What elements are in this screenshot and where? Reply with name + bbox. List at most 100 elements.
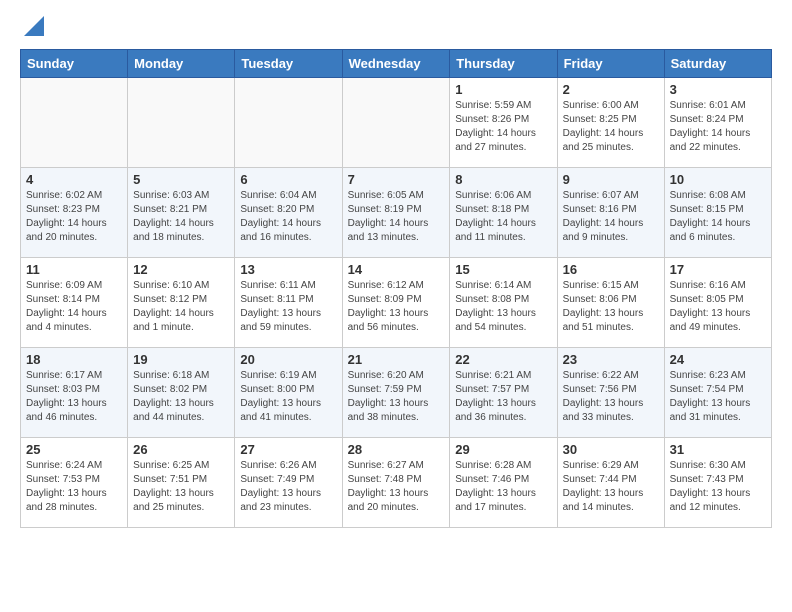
day-info: Sunrise: 6:05 AM Sunset: 8:19 PM Dayligh… (348, 189, 445, 245)
calendar-day-4: 4 Sunrise: 6:02 AM Sunset: 8:23 PM Daylig… (21, 168, 128, 258)
day-info: Sunrise: 6:21 AM Sunset: 7:57 PM Dayligh… (455, 369, 551, 425)
day-number: 13 (240, 262, 336, 277)
calendar-week-row: 18 Sunrise: 6:17 AM Sunset: 8:03 PM Dayli… (21, 348, 772, 438)
day-number: 19 (133, 352, 229, 367)
logo-icon (24, 16, 44, 36)
calendar-day-empty (128, 78, 235, 168)
calendar-week-row: 25 Sunrise: 6:24 AM Sunset: 7:53 PM Dayli… (21, 438, 772, 528)
calendar-day-3: 3 Sunrise: 6:01 AM Sunset: 8:24 PM Daylig… (664, 78, 771, 168)
weekday-header-row: SundayMondayTuesdayWednesdayThursdayFrid… (21, 50, 772, 78)
day-number: 29 (455, 442, 551, 457)
day-number: 15 (455, 262, 551, 277)
calendar-week-row: 11 Sunrise: 6:09 AM Sunset: 8:14 PM Dayli… (21, 258, 772, 348)
day-number: 27 (240, 442, 336, 457)
day-info: Sunrise: 6:07 AM Sunset: 8:16 PM Dayligh… (563, 189, 659, 245)
calendar-day-15: 15 Sunrise: 6:14 AM Sunset: 8:08 PM Dayli… (450, 258, 557, 348)
day-info: Sunrise: 6:03 AM Sunset: 8:21 PM Dayligh… (133, 189, 229, 245)
day-info: Sunrise: 6:22 AM Sunset: 7:56 PM Dayligh… (563, 369, 659, 425)
weekday-header-wednesday: Wednesday (342, 50, 450, 78)
calendar-day-10: 10Sunrise: 6:08 AM Sunset: 8:15 PM Dayli… (664, 168, 771, 258)
day-number: 11 (26, 262, 122, 277)
day-info: Sunrise: 6:02 AM Sunset: 8:23 PM Dayligh… (26, 189, 122, 245)
day-info: Sunrise: 6:18 AM Sunset: 8:02 PM Dayligh… (133, 369, 229, 425)
day-number: 14 (348, 262, 445, 277)
day-number: 4 (26, 172, 122, 187)
day-info: Sunrise: 6:29 AM Sunset: 7:44 PM Dayligh… (563, 459, 659, 515)
calendar-day-30: 30Sunrise: 6:29 AM Sunset: 7:44 PM Dayli… (557, 438, 664, 528)
calendar-day-5: 5 Sunrise: 6:03 AM Sunset: 8:21 PM Daylig… (128, 168, 235, 258)
day-number: 12 (133, 262, 229, 277)
day-number: 21 (348, 352, 445, 367)
day-number: 1 (455, 82, 551, 97)
day-info: Sunrise: 6:19 AM Sunset: 8:00 PM Dayligh… (240, 369, 336, 425)
calendar-day-empty (235, 78, 342, 168)
weekday-header-friday: Friday (557, 50, 664, 78)
calendar-day-20: 20 Sunrise: 6:19 AM Sunset: 8:00 PM Dayli… (235, 348, 342, 438)
day-info: Sunrise: 6:00 AM Sunset: 8:25 PM Dayligh… (563, 99, 659, 155)
calendar-day-7: 7Sunrise: 6:05 AM Sunset: 8:19 PM Daylig… (342, 168, 450, 258)
day-number: 17 (670, 262, 766, 277)
day-info: Sunrise: 6:25 AM Sunset: 7:51 PM Dayligh… (133, 459, 229, 515)
calendar-day-11: 11 Sunrise: 6:09 AM Sunset: 8:14 PM Dayli… (21, 258, 128, 348)
day-info: Sunrise: 6:01 AM Sunset: 8:24 PM Dayligh… (670, 99, 766, 155)
calendar-day-16: 16Sunrise: 6:15 AM Sunset: 8:06 PM Dayli… (557, 258, 664, 348)
calendar-week-row: 4 Sunrise: 6:02 AM Sunset: 8:23 PM Daylig… (21, 168, 772, 258)
day-number: 23 (563, 352, 659, 367)
day-info: Sunrise: 6:10 AM Sunset: 8:12 PM Dayligh… (133, 279, 229, 335)
day-number: 5 (133, 172, 229, 187)
page-header (20, 16, 772, 41)
calendar-day-19: 19 Sunrise: 6:18 AM Sunset: 8:02 PM Dayli… (128, 348, 235, 438)
logo (20, 16, 44, 41)
calendar-day-24: 24 Sunrise: 6:23 AM Sunset: 7:54 PM Dayli… (664, 348, 771, 438)
day-info: Sunrise: 6:15 AM Sunset: 8:06 PM Dayligh… (563, 279, 659, 335)
day-info: Sunrise: 6:28 AM Sunset: 7:46 PM Dayligh… (455, 459, 551, 515)
weekday-header-monday: Monday (128, 50, 235, 78)
day-number: 8 (455, 172, 551, 187)
calendar-day-6: 6 Sunrise: 6:04 AM Sunset: 8:20 PM Daylig… (235, 168, 342, 258)
calendar-day-21: 21 Sunrise: 6:20 AM Sunset: 7:59 PM Dayli… (342, 348, 450, 438)
calendar-day-17: 17 Sunrise: 6:16 AM Sunset: 8:05 PM Dayli… (664, 258, 771, 348)
day-info: Sunrise: 6:06 AM Sunset: 8:18 PM Dayligh… (455, 189, 551, 245)
calendar-day-13: 13 Sunrise: 6:11 AM Sunset: 8:11 PM Dayli… (235, 258, 342, 348)
day-number: 24 (670, 352, 766, 367)
weekday-header-sunday: Sunday (21, 50, 128, 78)
day-number: 6 (240, 172, 336, 187)
day-number: 22 (455, 352, 551, 367)
day-number: 2 (563, 82, 659, 97)
weekday-header-thursday: Thursday (450, 50, 557, 78)
day-number: 20 (240, 352, 336, 367)
day-info: Sunrise: 6:09 AM Sunset: 8:14 PM Dayligh… (26, 279, 122, 335)
calendar-day-9: 9Sunrise: 6:07 AM Sunset: 8:16 PM Daylig… (557, 168, 664, 258)
day-info: Sunrise: 6:20 AM Sunset: 7:59 PM Dayligh… (348, 369, 445, 425)
day-info: Sunrise: 6:23 AM Sunset: 7:54 PM Dayligh… (670, 369, 766, 425)
calendar-day-31: 31Sunrise: 6:30 AM Sunset: 7:43 PM Dayli… (664, 438, 771, 528)
calendar-day-26: 26 Sunrise: 6:25 AM Sunset: 7:51 PM Dayli… (128, 438, 235, 528)
calendar-day-29: 29 Sunrise: 6:28 AM Sunset: 7:46 PM Dayli… (450, 438, 557, 528)
calendar-day-18: 18 Sunrise: 6:17 AM Sunset: 8:03 PM Dayli… (21, 348, 128, 438)
calendar-day-empty (21, 78, 128, 168)
calendar-day-23: 23 Sunrise: 6:22 AM Sunset: 7:56 PM Dayli… (557, 348, 664, 438)
calendar-day-12: 12 Sunrise: 6:10 AM Sunset: 8:12 PM Dayli… (128, 258, 235, 348)
calendar-day-22: 22 Sunrise: 6:21 AM Sunset: 7:57 PM Dayli… (450, 348, 557, 438)
day-number: 3 (670, 82, 766, 97)
day-number: 31 (670, 442, 766, 457)
day-number: 18 (26, 352, 122, 367)
calendar-day-1: 1 Sunrise: 5:59 AM Sunset: 8:26 PM Daylig… (450, 78, 557, 168)
day-info: Sunrise: 5:59 AM Sunset: 8:26 PM Dayligh… (455, 99, 551, 155)
calendar-week-row: 1 Sunrise: 5:59 AM Sunset: 8:26 PM Daylig… (21, 78, 772, 168)
calendar-day-25: 25 Sunrise: 6:24 AM Sunset: 7:53 PM Dayli… (21, 438, 128, 528)
day-info: Sunrise: 6:04 AM Sunset: 8:20 PM Dayligh… (240, 189, 336, 245)
day-number: 28 (348, 442, 445, 457)
day-info: Sunrise: 6:16 AM Sunset: 8:05 PM Dayligh… (670, 279, 766, 335)
day-info: Sunrise: 6:12 AM Sunset: 8:09 PM Dayligh… (348, 279, 445, 335)
day-info: Sunrise: 6:08 AM Sunset: 8:15 PM Dayligh… (670, 189, 766, 245)
calendar-table: SundayMondayTuesdayWednesdayThursdayFrid… (20, 49, 772, 528)
day-info: Sunrise: 6:24 AM Sunset: 7:53 PM Dayligh… (26, 459, 122, 515)
weekday-header-saturday: Saturday (664, 50, 771, 78)
day-info: Sunrise: 6:14 AM Sunset: 8:08 PM Dayligh… (455, 279, 551, 335)
day-info: Sunrise: 6:27 AM Sunset: 7:48 PM Dayligh… (348, 459, 445, 515)
day-number: 26 (133, 442, 229, 457)
day-number: 25 (26, 442, 122, 457)
day-info: Sunrise: 6:17 AM Sunset: 8:03 PM Dayligh… (26, 369, 122, 425)
day-info: Sunrise: 6:11 AM Sunset: 8:11 PM Dayligh… (240, 279, 336, 335)
